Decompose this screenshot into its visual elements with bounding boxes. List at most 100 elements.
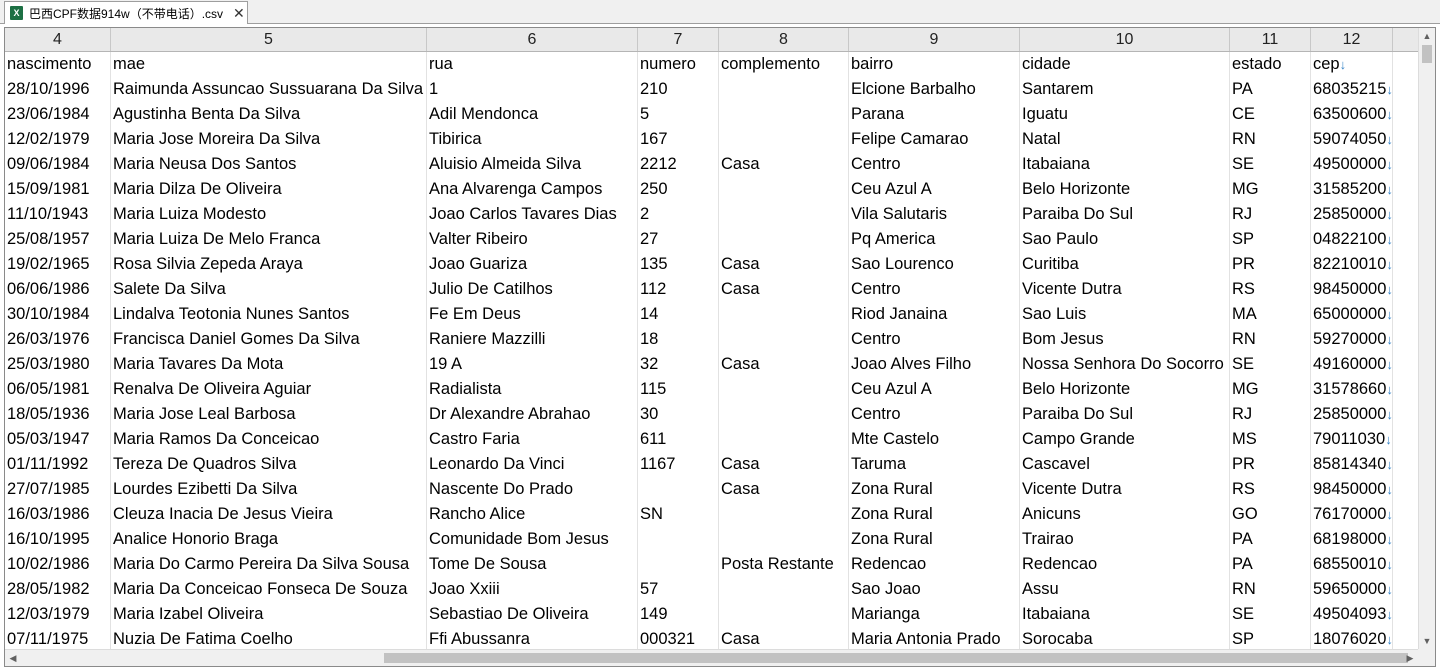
- table-cell[interactable]: Redencao: [1020, 552, 1230, 577]
- table-cell[interactable]: PR: [1230, 452, 1311, 477]
- table-cell[interactable]: 30/10/1984: [5, 302, 111, 327]
- table-cell[interactable]: Maria Da Conceicao Fonseca De Souza: [111, 577, 427, 602]
- file-tab[interactable]: X 巴西CPF数据914w（不带电话）.csv ✕: [4, 1, 248, 24]
- table-cell[interactable]: 31585200↓: [1311, 177, 1393, 202]
- table-cell[interactable]: 2212: [638, 152, 719, 177]
- table-cell[interactable]: [719, 602, 849, 627]
- table-cell[interactable]: RN: [1230, 327, 1311, 352]
- table-cell[interactable]: 16/10/1995: [5, 527, 111, 552]
- table-cell[interactable]: Nossa Senhora Do Socorro: [1020, 352, 1230, 377]
- table-cell[interactable]: Riod Janaina: [849, 302, 1020, 327]
- column-number-8[interactable]: 8: [719, 28, 849, 51]
- table-cell[interactable]: 1167: [638, 452, 719, 477]
- table-cell[interactable]: 27: [638, 227, 719, 252]
- header-cell[interactable]: cep↓: [1311, 52, 1393, 77]
- column-number-11[interactable]: 11: [1230, 28, 1311, 51]
- table-cell[interactable]: 05/03/1947: [5, 427, 111, 452]
- table-cell[interactable]: [719, 127, 849, 152]
- table-cell[interactable]: Maria Dilza De Oliveira: [111, 177, 427, 202]
- table-cell[interactable]: 250: [638, 177, 719, 202]
- table-cell[interactable]: PA: [1230, 552, 1311, 577]
- table-cell[interactable]: 57: [638, 577, 719, 602]
- table-cell[interactable]: RN: [1230, 577, 1311, 602]
- table-cell[interactable]: 49504093↓: [1311, 602, 1393, 627]
- table-cell[interactable]: Maria Tavares Da Mota: [111, 352, 427, 377]
- table-cell[interactable]: Casa: [719, 252, 849, 277]
- table-cell[interactable]: [719, 77, 849, 102]
- table-cell[interactable]: Leonardo Da Vinci: [427, 452, 638, 477]
- header-cell[interactable]: nascimento: [5, 52, 111, 77]
- table-cell[interactable]: 06/05/1981: [5, 377, 111, 402]
- table-cell[interactable]: RN: [1230, 127, 1311, 152]
- table-cell[interactable]: Sao Paulo: [1020, 227, 1230, 252]
- column-number-7[interactable]: 7: [638, 28, 719, 51]
- table-cell[interactable]: Agustinha Benta Da Silva: [111, 102, 427, 127]
- table-cell[interactable]: [719, 302, 849, 327]
- table-cell[interactable]: Posta Restante: [719, 552, 849, 577]
- table-cell[interactable]: RJ: [1230, 202, 1311, 227]
- column-number-10[interactable]: 10: [1020, 28, 1230, 51]
- table-cell[interactable]: [719, 527, 849, 552]
- column-number-12[interactable]: 12: [1311, 28, 1393, 51]
- table-cell[interactable]: SE: [1230, 152, 1311, 177]
- table-cell[interactable]: 135: [638, 252, 719, 277]
- table-cell[interactable]: [719, 427, 849, 452]
- table-cell[interactable]: Belo Horizonte: [1020, 177, 1230, 202]
- table-cell[interactable]: 611: [638, 427, 719, 452]
- table-cell[interactable]: Casa: [719, 277, 849, 302]
- table-cell[interactable]: Cascavel: [1020, 452, 1230, 477]
- table-cell[interactable]: MS: [1230, 427, 1311, 452]
- table-cell[interactable]: Tereza De Quadros Silva: [111, 452, 427, 477]
- header-cell[interactable]: rua: [427, 52, 638, 77]
- table-cell[interactable]: Cleuza Inacia De Jesus Vieira: [111, 502, 427, 527]
- table-cell[interactable]: MG: [1230, 377, 1311, 402]
- table-cell[interactable]: Salete Da Silva: [111, 277, 427, 302]
- scroll-down-arrow-icon[interactable]: ▼: [1419, 633, 1435, 649]
- table-cell[interactable]: Joao Carlos Tavares Dias: [427, 202, 638, 227]
- table-cell[interactable]: Raniere Mazzilli: [427, 327, 638, 352]
- header-cell[interactable]: bairro: [849, 52, 1020, 77]
- table-cell[interactable]: 149: [638, 602, 719, 627]
- table-cell[interactable]: 32: [638, 352, 719, 377]
- table-cell[interactable]: Vicente Dutra: [1020, 477, 1230, 502]
- table-cell[interactable]: RJ: [1230, 402, 1311, 427]
- table-cell[interactable]: 23/06/1984: [5, 102, 111, 127]
- table-cell[interactable]: 98450000↓: [1311, 277, 1393, 302]
- table-cell[interactable]: 12/03/1979: [5, 602, 111, 627]
- table-cell[interactable]: 59650000↓: [1311, 577, 1393, 602]
- table-cell[interactable]: Paraiba Do Sul: [1020, 202, 1230, 227]
- header-cell[interactable]: cidade: [1020, 52, 1230, 77]
- table-cell[interactable]: 82210010↓: [1311, 252, 1393, 277]
- table-cell[interactable]: Maria Luiza De Melo Franca: [111, 227, 427, 252]
- table-cell[interactable]: 112: [638, 277, 719, 302]
- table-cell[interactable]: 167: [638, 127, 719, 152]
- table-cell[interactable]: PA: [1230, 77, 1311, 102]
- table-cell[interactable]: SE: [1230, 602, 1311, 627]
- table-cell[interactable]: Elcione Barbalho: [849, 77, 1020, 102]
- table-cell[interactable]: Maria Jose Moreira Da Silva: [111, 127, 427, 152]
- table-cell[interactable]: Centro: [849, 277, 1020, 302]
- table-cell[interactable]: 59270000↓: [1311, 327, 1393, 352]
- table-cell[interactable]: [638, 552, 719, 577]
- close-icon[interactable]: ✕: [233, 5, 245, 22]
- table-cell[interactable]: 25/08/1957: [5, 227, 111, 252]
- table-cell[interactable]: 15/09/1981: [5, 177, 111, 202]
- table-cell[interactable]: 68550010↓: [1311, 552, 1393, 577]
- table-cell[interactable]: 26/03/1976: [5, 327, 111, 352]
- table-cell[interactable]: Curitiba: [1020, 252, 1230, 277]
- vertical-scrollbar[interactable]: ▲ ▼: [1418, 28, 1435, 649]
- table-cell[interactable]: Anicuns: [1020, 502, 1230, 527]
- table-cell[interactable]: 98450000↓: [1311, 477, 1393, 502]
- table-cell[interactable]: Maria Izabel Oliveira: [111, 602, 427, 627]
- table-cell[interactable]: Felipe Camarao: [849, 127, 1020, 152]
- table-cell[interactable]: MA: [1230, 302, 1311, 327]
- table-cell[interactable]: Maria Jose Leal Barbosa: [111, 402, 427, 427]
- header-cell[interactable]: numero: [638, 52, 719, 77]
- table-cell[interactable]: Joao Xxiii: [427, 577, 638, 602]
- table-cell[interactable]: Bom Jesus: [1020, 327, 1230, 352]
- table-cell[interactable]: 1: [427, 77, 638, 102]
- column-number-6[interactable]: 6: [427, 28, 638, 51]
- table-cell[interactable]: Casa: [719, 352, 849, 377]
- table-cell[interactable]: Sebastiao De Oliveira: [427, 602, 638, 627]
- horizontal-scrollbar[interactable]: ◀ ▶: [5, 649, 1418, 666]
